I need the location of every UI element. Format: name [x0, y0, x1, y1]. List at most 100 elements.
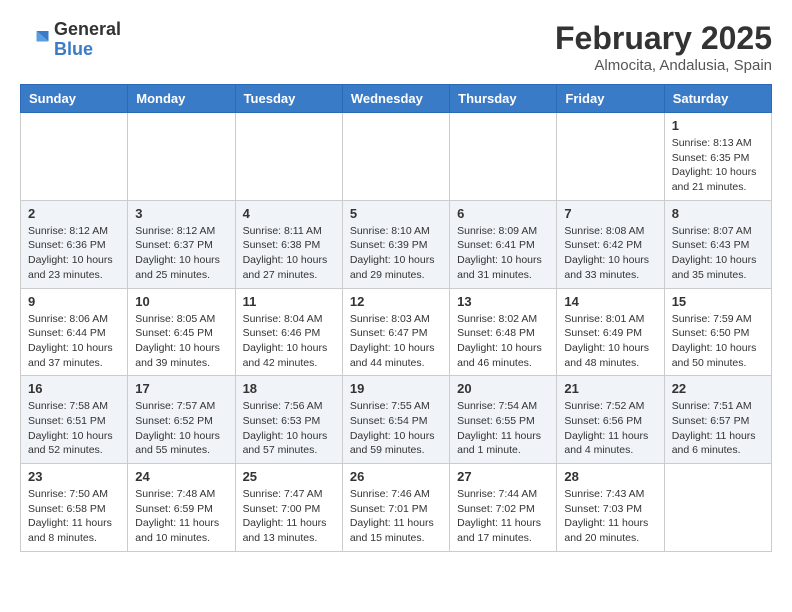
- calendar-cell: 1Sunrise: 8:13 AM Sunset: 6:35 PM Daylig…: [664, 113, 771, 201]
- calendar-cell: 10 Sunrise: 8:05 AM Sunset: 6:45 PM Dayli…: [128, 288, 235, 376]
- day-info: Sunrise: 7:52 AM Sunset: 6:56 PM Dayligh…: [564, 399, 656, 458]
- logo-icon: [20, 25, 50, 55]
- day-info: Sunrise: 8:06 AM Sunset: 6:44 PM Dayligh…: [28, 312, 120, 371]
- day-info: Sunrise: 8:08 AM Sunset: 6:42 PM Dayligh…: [564, 224, 656, 283]
- calendar-cell: 22 Sunrise: 7:51 AM Sunset: 6:57 PM Dayli…: [664, 376, 771, 464]
- calendar-cell: 6 Sunrise: 8:09 AM Sunset: 6:41 PM Daylig…: [450, 200, 557, 288]
- logo: General Blue: [20, 20, 121, 60]
- day-number: 20: [457, 381, 549, 396]
- day-info: Sunrise: 7:59 AM Sunset: 6:50 PM Dayligh…: [672, 312, 764, 371]
- day-number: 22: [672, 381, 764, 396]
- day-info: Sunrise: 8:05 AM Sunset: 6:45 PM Dayligh…: [135, 312, 227, 371]
- calendar-cell: 15 Sunrise: 7:59 AM Sunset: 6:50 PM Dayli…: [664, 288, 771, 376]
- calendar-cell: [235, 113, 342, 201]
- week-row-4: 16 Sunrise: 7:58 AM Sunset: 6:51 PM Dayli…: [21, 376, 772, 464]
- day-number: 6: [457, 206, 549, 221]
- calendar-cell: 18 Sunrise: 7:56 AM Sunset: 6:53 PM Dayli…: [235, 376, 342, 464]
- calendar-cell: 3 Sunrise: 8:12 AM Sunset: 6:37 PM Daylig…: [128, 200, 235, 288]
- calendar-cell: 2 Sunrise: 8:12 AM Sunset: 6:36 PM Daylig…: [21, 200, 128, 288]
- day-info: Sunrise: 7:54 AM Sunset: 6:55 PM Dayligh…: [457, 399, 549, 458]
- day-number: 24: [135, 469, 227, 484]
- header-row: SundayMondayTuesdayWednesdayThursdayFrid…: [21, 85, 772, 113]
- calendar-cell: 28Sunrise: 7:43 AM Sunset: 7:03 PM Dayli…: [557, 464, 664, 552]
- day-number: 4: [243, 206, 335, 221]
- day-number: 13: [457, 294, 549, 309]
- day-info: Sunrise: 7:51 AM Sunset: 6:57 PM Dayligh…: [672, 399, 764, 458]
- day-info: Sunrise: 8:12 AM Sunset: 6:36 PM Dayligh…: [28, 224, 120, 283]
- day-info: Sunrise: 7:58 AM Sunset: 6:51 PM Dayligh…: [28, 399, 120, 458]
- month-title: February 2025: [555, 20, 772, 57]
- location: Almocita, Andalusia, Spain: [555, 57, 772, 74]
- day-info: Sunrise: 8:09 AM Sunset: 6:41 PM Dayligh…: [457, 224, 549, 283]
- calendar-cell: 4 Sunrise: 8:11 AM Sunset: 6:38 PM Daylig…: [235, 200, 342, 288]
- day-info: Sunrise: 8:02 AM Sunset: 6:48 PM Dayligh…: [457, 312, 549, 371]
- calendar-cell: [664, 464, 771, 552]
- title-section: February 2025 Almocita, Andalusia, Spain: [555, 20, 772, 74]
- header-day-monday: Monday: [128, 85, 235, 113]
- day-number: 11: [243, 294, 335, 309]
- day-number: 2: [28, 206, 120, 221]
- day-number: 12: [350, 294, 442, 309]
- day-info: Sunrise: 7:47 AM Sunset: 7:00 PM Dayligh…: [243, 487, 335, 546]
- day-number: 14: [564, 294, 656, 309]
- header-day-wednesday: Wednesday: [342, 85, 449, 113]
- day-info: Sunrise: 7:46 AM Sunset: 7:01 PM Dayligh…: [350, 487, 442, 546]
- day-number: 15: [672, 294, 764, 309]
- day-info: Sunrise: 8:10 AM Sunset: 6:39 PM Dayligh…: [350, 224, 442, 283]
- day-info: Sunrise: 8:13 AM Sunset: 6:35 PM Dayligh…: [672, 136, 764, 195]
- calendar-cell: 5Sunrise: 8:10 AM Sunset: 6:39 PM Daylig…: [342, 200, 449, 288]
- header-day-friday: Friday: [557, 85, 664, 113]
- week-row-2: 2 Sunrise: 8:12 AM Sunset: 6:36 PM Daylig…: [21, 200, 772, 288]
- day-info: Sunrise: 7:56 AM Sunset: 6:53 PM Dayligh…: [243, 399, 335, 458]
- day-number: 23: [28, 469, 120, 484]
- day-info: Sunrise: 7:48 AM Sunset: 6:59 PM Dayligh…: [135, 487, 227, 546]
- logo-blue: Blue: [54, 40, 121, 60]
- day-info: Sunrise: 8:11 AM Sunset: 6:38 PM Dayligh…: [243, 224, 335, 283]
- header-day-thursday: Thursday: [450, 85, 557, 113]
- calendar-cell: [21, 113, 128, 201]
- day-info: Sunrise: 7:43 AM Sunset: 7:03 PM Dayligh…: [564, 487, 656, 546]
- day-number: 25: [243, 469, 335, 484]
- day-info: Sunrise: 8:04 AM Sunset: 6:46 PM Dayligh…: [243, 312, 335, 371]
- day-number: 3: [135, 206, 227, 221]
- day-number: 18: [243, 381, 335, 396]
- logo-text: General Blue: [54, 20, 121, 60]
- calendar-cell: 8 Sunrise: 8:07 AM Sunset: 6:43 PM Daylig…: [664, 200, 771, 288]
- day-number: 19: [350, 381, 442, 396]
- calendar-cell: 12 Sunrise: 8:03 AM Sunset: 6:47 PM Dayli…: [342, 288, 449, 376]
- day-number: 8: [672, 206, 764, 221]
- calendar-cell: 19 Sunrise: 7:55 AM Sunset: 6:54 PM Dayli…: [342, 376, 449, 464]
- week-row-1: 1Sunrise: 8:13 AM Sunset: 6:35 PM Daylig…: [21, 113, 772, 201]
- calendar-cell: 16 Sunrise: 7:58 AM Sunset: 6:51 PM Dayli…: [21, 376, 128, 464]
- calendar-cell: [557, 113, 664, 201]
- day-info: Sunrise: 7:55 AM Sunset: 6:54 PM Dayligh…: [350, 399, 442, 458]
- header-day-tuesday: Tuesday: [235, 85, 342, 113]
- day-number: 17: [135, 381, 227, 396]
- header-day-saturday: Saturday: [664, 85, 771, 113]
- calendar-cell: 24 Sunrise: 7:48 AM Sunset: 6:59 PM Dayli…: [128, 464, 235, 552]
- calendar-cell: 27Sunrise: 7:44 AM Sunset: 7:02 PM Dayli…: [450, 464, 557, 552]
- day-info: Sunrise: 8:12 AM Sunset: 6:37 PM Dayligh…: [135, 224, 227, 283]
- day-info: Sunrise: 8:03 AM Sunset: 6:47 PM Dayligh…: [350, 312, 442, 371]
- day-number: 27: [457, 469, 549, 484]
- calendar-cell: 23 Sunrise: 7:50 AM Sunset: 6:58 PM Dayli…: [21, 464, 128, 552]
- week-row-3: 9 Sunrise: 8:06 AM Sunset: 6:44 PM Daylig…: [21, 288, 772, 376]
- day-info: Sunrise: 7:57 AM Sunset: 6:52 PM Dayligh…: [135, 399, 227, 458]
- day-info: Sunrise: 7:50 AM Sunset: 6:58 PM Dayligh…: [28, 487, 120, 546]
- day-number: 7: [564, 206, 656, 221]
- day-number: 10: [135, 294, 227, 309]
- page-header: General Blue February 2025 Almocita, And…: [20, 20, 772, 74]
- day-info: Sunrise: 8:01 AM Sunset: 6:49 PM Dayligh…: [564, 312, 656, 371]
- day-number: 26: [350, 469, 442, 484]
- day-number: 16: [28, 381, 120, 396]
- calendar-cell: [128, 113, 235, 201]
- day-number: 9: [28, 294, 120, 309]
- calendar-cell: 26 Sunrise: 7:46 AM Sunset: 7:01 PM Dayli…: [342, 464, 449, 552]
- day-info: Sunrise: 8:07 AM Sunset: 6:43 PM Dayligh…: [672, 224, 764, 283]
- calendar-cell: 25 Sunrise: 7:47 AM Sunset: 7:00 PM Dayli…: [235, 464, 342, 552]
- calendar: SundayMondayTuesdayWednesdayThursdayFrid…: [20, 84, 772, 552]
- calendar-cell: 11 Sunrise: 8:04 AM Sunset: 6:46 PM Dayli…: [235, 288, 342, 376]
- calendar-cell: [450, 113, 557, 201]
- calendar-cell: 20 Sunrise: 7:54 AM Sunset: 6:55 PM Dayli…: [450, 376, 557, 464]
- calendar-cell: [342, 113, 449, 201]
